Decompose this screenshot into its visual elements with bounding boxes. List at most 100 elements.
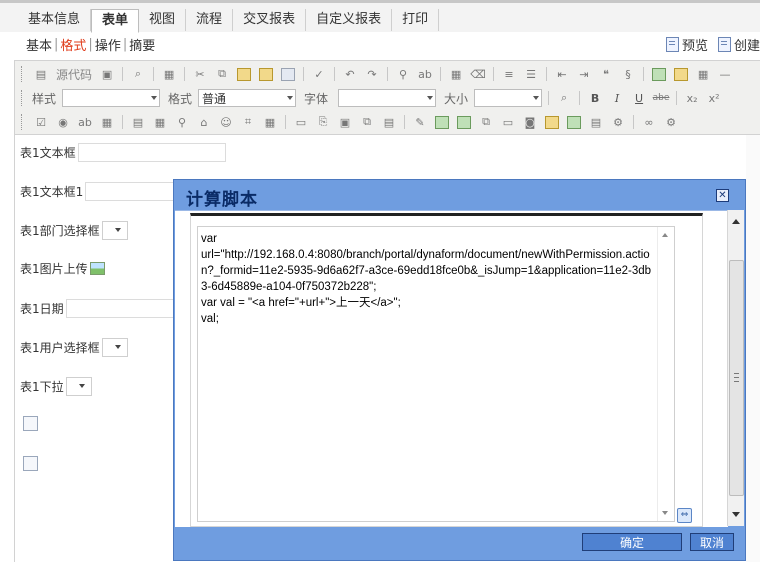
style-select[interactable] xyxy=(62,89,161,107)
image-field-icon[interactable] xyxy=(433,114,451,130)
replace-icon[interactable]: ab xyxy=(416,66,434,82)
form-element-icon[interactable]: ▤ xyxy=(129,114,147,130)
template-icon[interactable]: ▦ xyxy=(160,66,178,82)
button-field-icon[interactable]: ▭ xyxy=(292,114,310,130)
tab-basic-info[interactable]: 基本信息 xyxy=(18,9,92,31)
tab-view[interactable]: 视图 xyxy=(139,9,187,31)
tab-form[interactable]: 表单 xyxy=(91,9,140,33)
tab-field-icon[interactable]: ▤ xyxy=(380,114,398,130)
grid-icon[interactable]: ▦ xyxy=(261,114,279,130)
font-select[interactable] xyxy=(338,89,437,107)
user-select[interactable] xyxy=(101,338,128,357)
subscript-button[interactable]: x₂ xyxy=(683,90,701,106)
format-select[interactable]: 普通 xyxy=(198,89,297,107)
dialog-scrollbar[interactable] xyxy=(727,210,744,526)
flash-icon[interactable] xyxy=(672,66,690,82)
table-icon[interactable]: ▦ xyxy=(694,66,712,82)
textfield-icon[interactable]: ab xyxy=(76,114,94,130)
paste-word-icon[interactable] xyxy=(279,66,297,82)
attachment-icon[interactable]: ⎘ xyxy=(314,114,332,130)
ok-button[interactable]: 确定 xyxy=(582,533,682,551)
link-field-icon[interactable]: ⚲ xyxy=(173,114,191,130)
tab-custom-report[interactable]: 自定义报表 xyxy=(306,9,393,31)
cancel-button[interactable]: 取消 xyxy=(690,533,734,551)
subnav-format[interactable]: 格式 xyxy=(60,35,86,54)
hr-icon[interactable]: — xyxy=(716,66,734,82)
indent-icon[interactable]: ⇥ xyxy=(575,66,593,82)
image-upload-icon[interactable] xyxy=(89,262,105,275)
subnav-operation[interactable]: 操作 xyxy=(95,35,121,54)
calendar-icon[interactable]: ▦ xyxy=(151,114,169,130)
outdent-icon[interactable]: ⇤ xyxy=(553,66,571,82)
paste-text-icon[interactable] xyxy=(257,66,275,82)
superscript-button[interactable]: x² xyxy=(705,90,723,106)
camera-icon[interactable]: ◙ xyxy=(521,114,539,130)
strike-button[interactable]: abe xyxy=(652,90,670,106)
view-field-icon[interactable]: ▣ xyxy=(336,114,354,130)
edit-field-icon[interactable] xyxy=(543,114,561,130)
scroll-up-icon[interactable] xyxy=(732,219,740,224)
remove-format-icon[interactable]: ⌫ xyxy=(469,66,487,82)
scroll-thumb[interactable] xyxy=(729,260,744,496)
source-button[interactable]: 源代码 xyxy=(54,66,94,82)
paste-icon[interactable] xyxy=(235,66,253,82)
script-code[interactable]: var url="http://192.168.0.4:8080/branch/… xyxy=(201,231,657,327)
checkbox-icon[interactable]: ☑ xyxy=(32,114,50,130)
scroll-down-icon[interactable] xyxy=(662,511,668,515)
bold-button[interactable]: B xyxy=(586,90,604,106)
copy-icon[interactable]: ⧉ xyxy=(213,66,231,82)
setting-icon[interactable]: ⚙ xyxy=(609,114,627,130)
close-icon[interactable]: ✕ xyxy=(716,189,729,202)
text-field[interactable] xyxy=(85,182,178,201)
report-icon[interactable]: ▤ xyxy=(587,114,605,130)
subnav-basic[interactable]: 基本 xyxy=(26,35,52,54)
select-all-icon[interactable]: ▦ xyxy=(447,66,465,82)
find-icon[interactable]: ⚲ xyxy=(394,66,412,82)
blockquote-icon[interactable]: ❝ xyxy=(597,66,615,82)
tab-flow[interactable]: 流程 xyxy=(186,9,234,31)
cut-icon[interactable]: ✂ xyxy=(191,66,209,82)
scroll-down-icon[interactable] xyxy=(732,512,740,517)
script-textarea[interactable]: var url="http://192.168.0.4:8080/branch/… xyxy=(197,226,675,522)
date-field[interactable] xyxy=(65,299,178,318)
tab-cross-report[interactable]: 交叉报表 xyxy=(233,9,307,31)
image-icon[interactable] xyxy=(650,66,668,82)
map-icon[interactable] xyxy=(455,114,473,130)
window-icon[interactable]: ▭ xyxy=(499,114,517,130)
preview-button[interactable]: 预览 xyxy=(665,35,708,54)
code-scrollbar[interactable] xyxy=(657,227,674,521)
link-icon[interactable]: ∞ xyxy=(640,114,658,130)
undo-icon[interactable]: ↶ xyxy=(341,66,359,82)
bulleted-list-icon[interactable]: ☰ xyxy=(522,66,540,82)
photo-icon[interactable] xyxy=(565,114,583,130)
subnav-summary[interactable]: 摘要 xyxy=(129,35,155,54)
size-select[interactable] xyxy=(474,89,543,107)
pen-icon[interactable]: ✎ xyxy=(411,114,429,130)
create-button[interactable]: 创建 xyxy=(717,35,760,54)
expand-editor-icon[interactable]: ⇔ xyxy=(677,508,692,523)
dropdown-select[interactable] xyxy=(65,377,92,396)
spellcheck-icon[interactable]: ✓ xyxy=(310,66,328,82)
widget-icon[interactable]: ⚙ xyxy=(662,114,680,130)
italic-button[interactable]: I xyxy=(608,90,626,106)
department-icon[interactable]: ⌂ xyxy=(195,114,213,130)
numbered-list-icon[interactable]: ≡ xyxy=(500,66,518,82)
div-icon[interactable]: § xyxy=(619,66,637,82)
redo-icon[interactable]: ↷ xyxy=(363,66,381,82)
include-icon[interactable]: ⧉ xyxy=(358,114,376,130)
button-field-icon[interactable] xyxy=(23,456,38,471)
underline-button[interactable]: U xyxy=(630,90,648,106)
text-field[interactable] xyxy=(77,143,226,162)
document-field-icon[interactable] xyxy=(23,416,38,431)
preview-doc-icon[interactable]: ⌕ xyxy=(129,66,147,82)
copy-field-icon[interactable]: ⧉ xyxy=(477,114,495,130)
department-select[interactable] xyxy=(101,221,128,240)
user-icon[interactable]: ☺ xyxy=(217,114,235,130)
tab-print[interactable]: 打印 xyxy=(392,9,440,31)
textarea-icon[interactable]: ▦ xyxy=(98,114,116,130)
tree-icon[interactable]: ⌗ xyxy=(239,114,257,130)
save-icon[interactable]: ▣ xyxy=(98,66,116,82)
radio-icon[interactable]: ◉ xyxy=(54,114,72,130)
scroll-up-icon[interactable] xyxy=(662,233,668,237)
find-in-page-icon[interactable]: ⌕ xyxy=(555,90,573,106)
